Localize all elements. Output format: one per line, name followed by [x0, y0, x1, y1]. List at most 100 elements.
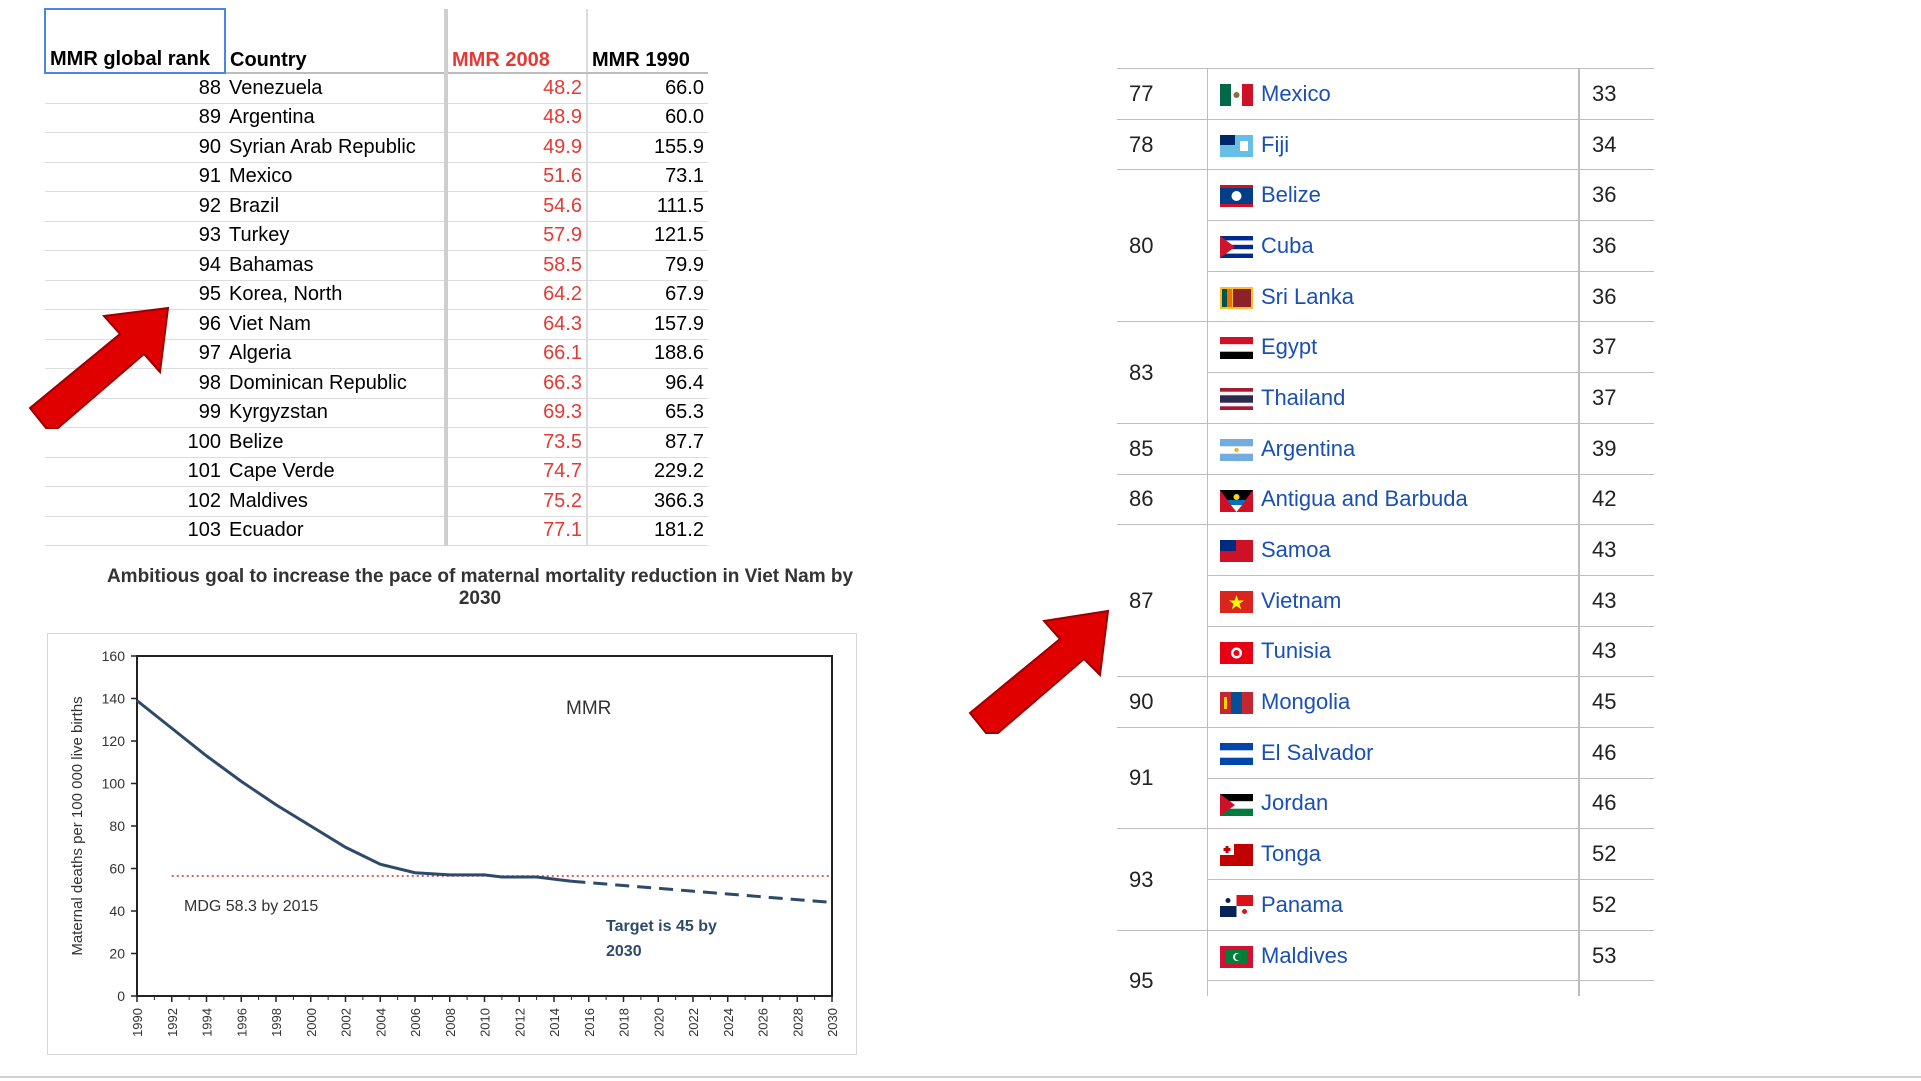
x-tick-label: 1998 — [269, 1008, 284, 1037]
maldives-flag-icon — [1220, 945, 1253, 968]
el-salvador-flag-icon — [1220, 742, 1253, 765]
samoa-flag-icon — [1220, 540, 1253, 563]
country-link[interactable]: Cuba — [1261, 233, 1314, 258]
rank-cell: 92 — [45, 191, 225, 222]
panama-flag-icon — [1220, 895, 1253, 918]
mmr-1990-cell: 65.3 — [587, 398, 708, 428]
country-cell: Mexico — [225, 162, 448, 192]
country-link[interactable]: Tunisia — [1261, 638, 1331, 663]
rank-cell: 77 — [1117, 68, 1208, 120]
table-row: 85 Argentina 39 — [1117, 422, 1654, 474]
rank-cell: 90 — [1117, 676, 1208, 728]
right-table-body: 77 Mexico 33 78 Fiji 34 80 Belize 36 Cuba 36 Sri La… — [1117, 68, 1654, 996]
rank-cell: 80 — [1117, 169, 1208, 322]
table-row: 89 Argentina 48.9 60.0 — [45, 103, 708, 133]
rank-cell: 86 — [1117, 473, 1208, 525]
rank-cell: 87 — [1117, 524, 1208, 677]
table-row: 77 Mexico 33 — [1117, 68, 1654, 120]
value-cell: 52 — [1579, 828, 1654, 880]
table-row: 103 Ecuador 77.1 181.2 — [45, 516, 708, 546]
rank-cell: 89 — [45, 103, 225, 133]
mongolia-flag-icon — [1220, 692, 1253, 715]
belize-flag-icon — [1220, 185, 1253, 208]
y-tick-label: 80 — [109, 818, 125, 834]
country-cell: Fiji — [1207, 118, 1580, 170]
country-link[interactable]: Fiji — [1261, 132, 1289, 157]
x-tick-label: 2030 — [825, 1008, 840, 1037]
value-cell: 39 — [1579, 422, 1654, 474]
country-link[interactable]: Sri Lanka — [1261, 284, 1354, 309]
country-cell: Syrian Arab Republic — [225, 132, 448, 163]
mmr-2008-cell: 73.5 — [446, 427, 588, 458]
x-tick-label: 2020 — [651, 1008, 666, 1037]
x-tick-label: 2008 — [443, 1008, 458, 1037]
mmr-2008-cell: 54.6 — [446, 191, 588, 222]
country-link[interactable]: Tonga — [1261, 841, 1321, 866]
country-cell: El Salvador — [1207, 726, 1580, 779]
x-tick-label: 2002 — [339, 1008, 354, 1037]
country-cell — [1207, 980, 1580, 996]
table-row: 93 Tonga 52 — [1117, 828, 1654, 931]
x-tick-label: 1996 — [234, 1008, 249, 1037]
table-row: 102 Maldives 75.2 366.3 — [45, 486, 708, 517]
value-cell: 53 — [1579, 929, 1654, 981]
country-cell: Tunisia — [1207, 625, 1580, 677]
rank-cell: 103 — [45, 516, 225, 546]
y-tick-label: 140 — [102, 691, 126, 707]
x-tick-label: 2006 — [408, 1008, 423, 1037]
country-link[interactable]: Mongolia — [1261, 689, 1350, 714]
country-link[interactable]: Mexico — [1261, 81, 1331, 106]
value-cell: 45 — [1579, 676, 1654, 728]
country-link[interactable]: Egypt — [1261, 334, 1317, 359]
country-link[interactable]: Panama — [1261, 892, 1343, 917]
annotation-mdg: MDG 58.3 by 2015 — [184, 898, 318, 915]
country-link[interactable]: El Salvador — [1261, 740, 1374, 765]
value-cell: 46 — [1579, 726, 1654, 779]
mmr-1990-cell: 121.5 — [587, 221, 708, 251]
table-row: 101 Cape Verde 74.7 229.2 — [45, 457, 708, 487]
country-cell: Mexico — [1207, 68, 1580, 120]
rank-cell: 93 — [45, 221, 225, 251]
value-cell: 37 — [1579, 372, 1654, 424]
mmr-2008-cell: 64.3 — [446, 309, 588, 340]
rank-cell: 83 — [1117, 321, 1208, 424]
country-link[interactable]: Maldives — [1261, 943, 1348, 968]
country-link[interactable]: Samoa — [1261, 537, 1331, 562]
value-cell: 52 — [1579, 879, 1654, 931]
fiji-flag-icon — [1220, 134, 1253, 157]
country-link[interactable]: Vietnam — [1261, 588, 1341, 613]
rank-cell: 95 — [1117, 929, 1208, 996]
jordan-flag-icon — [1220, 793, 1253, 816]
country-link[interactable]: Thailand — [1261, 385, 1345, 410]
country-link[interactable]: Belize — [1261, 182, 1321, 207]
table-row: 94 Bahamas 58.5 79.9 — [45, 250, 708, 281]
arrow-left-shape — [28, 306, 170, 429]
header-mmr-2008: MMR 2008 — [446, 9, 588, 74]
mexico-flag-icon — [1220, 84, 1253, 107]
mmr-1990-cell: 157.9 — [587, 309, 708, 340]
maternal-mortality-ranking-table: 77 Mexico 33 78 Fiji 34 80 Belize 36 Cuba 36 Sri La… — [1117, 68, 1654, 996]
country-cell: Panama — [1207, 879, 1580, 931]
header-country: Country — [225, 9, 448, 74]
x-tick-label: 2004 — [373, 1008, 388, 1037]
x-tick-label: 2018 — [617, 1008, 632, 1037]
y-axis-label: Maternal deaths per 100 000 live births — [69, 696, 86, 955]
x-tick-label: 2016 — [582, 1008, 597, 1037]
country-cell: Venezuela — [225, 73, 448, 104]
x-tick-label: 1994 — [200, 1008, 215, 1037]
country-cell: Thailand — [1207, 372, 1580, 424]
country-cell: Viet Nam — [225, 309, 448, 340]
mmr-2008-cell: 66.3 — [446, 368, 588, 399]
country-link[interactable]: Antigua and Barbuda — [1261, 486, 1468, 511]
rank-cell: 93 — [1117, 828, 1208, 931]
country-link[interactable]: Argentina — [1261, 436, 1355, 461]
country-cell: Argentina — [1207, 422, 1580, 474]
rank-cell: 78 — [1117, 118, 1208, 170]
value-cell: 42 — [1579, 473, 1654, 525]
mmr-2008-cell: 51.6 — [446, 162, 588, 192]
series-target-line — [571, 879, 833, 904]
table-row: 83 Egypt 37 — [1117, 321, 1654, 424]
x-tick-label: 1992 — [165, 1008, 180, 1037]
country-link[interactable]: Jordan — [1261, 790, 1328, 815]
mmr-1990-cell: 87.7 — [587, 427, 708, 458]
